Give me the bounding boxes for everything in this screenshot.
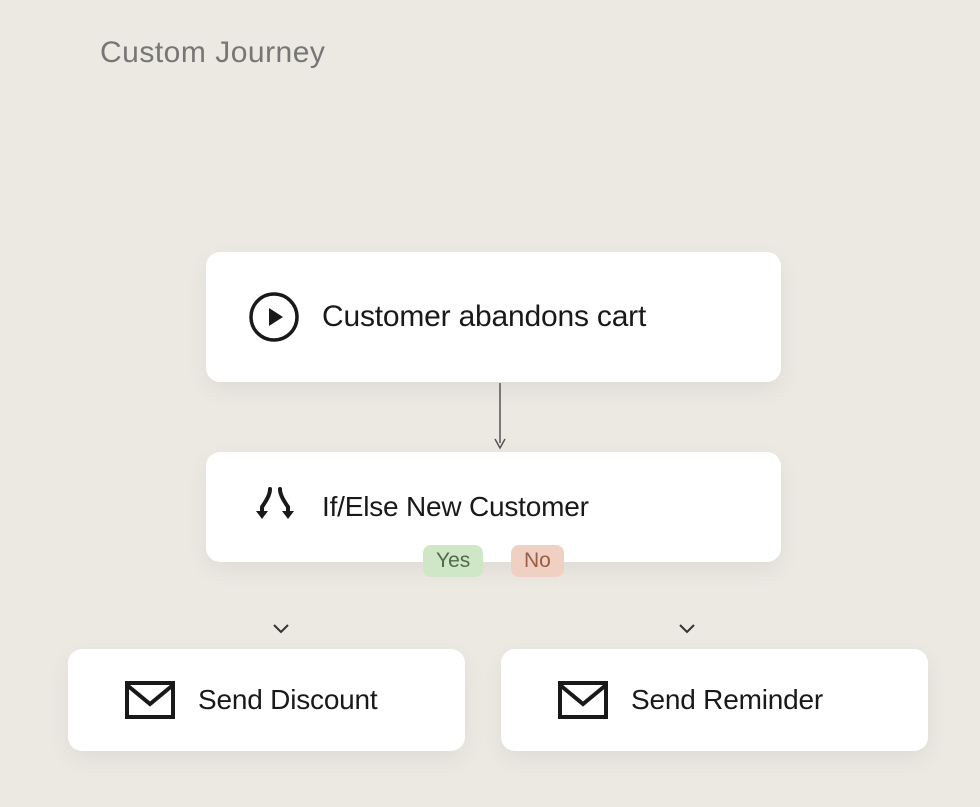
trigger-label: Customer abandons cart (322, 300, 646, 334)
chevron-down-icon (678, 622, 696, 640)
no-badge: No (511, 545, 564, 577)
email-icon (124, 680, 176, 720)
yes-badge: Yes (423, 545, 483, 577)
trigger-node[interactable]: Customer abandons cart (206, 252, 781, 382)
branch-yes-node[interactable]: Send Discount (68, 649, 465, 751)
branch-no-label: Send Reminder (631, 684, 823, 716)
branch-split-icon (252, 485, 300, 529)
play-circle-icon (248, 291, 300, 343)
branch-yes-label: Send Discount (198, 684, 378, 716)
branch-no-node[interactable]: Send Reminder (501, 649, 928, 751)
page-title: Custom Journey (100, 36, 325, 70)
condition-label: If/Else New Customer (322, 491, 589, 523)
arrow-down-icon (493, 383, 507, 456)
email-icon (557, 680, 609, 720)
chevron-down-icon (272, 622, 290, 640)
condition-node[interactable]: If/Else New Customer (206, 452, 781, 562)
